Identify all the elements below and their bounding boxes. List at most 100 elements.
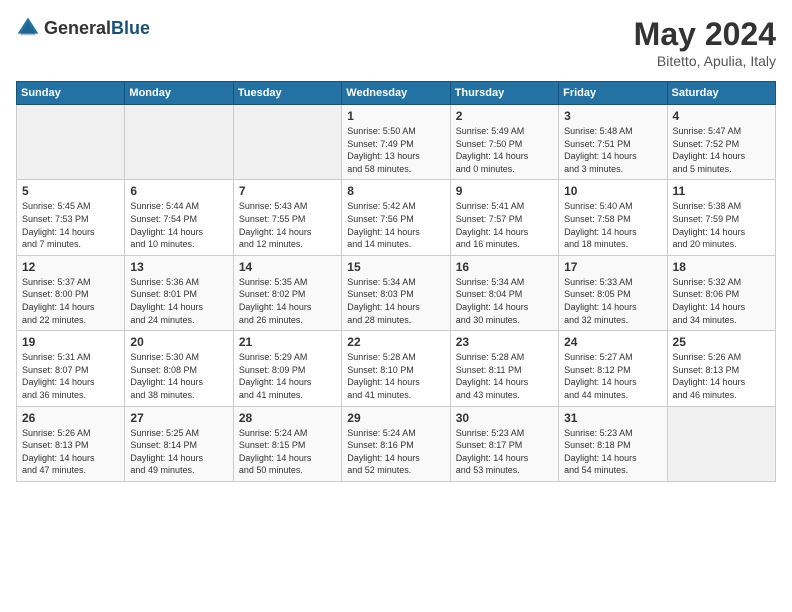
calendar-cell: 9 Sunrise: 5:41 AM Sunset: 7:57 PM Daylig… <box>450 180 558 255</box>
calendar-cell: 25 Sunrise: 5:26 AM Sunset: 8:13 PM Dayli… <box>667 331 775 406</box>
calendar-week-1: 1Sunrise: 5:50 AM Sunset: 7:49 PM Daylig… <box>17 105 776 180</box>
day-info: Sunrise: 5:47 AM Sunset: 7:52 PM Dayligh… <box>673 125 770 175</box>
day-info: Sunrise: 5:30 AM Sunset: 8:08 PM Dayligh… <box>130 351 227 401</box>
day-number: 17 <box>564 260 661 274</box>
header-cell-sunday: Sunday <box>17 82 125 105</box>
day-number: 15 <box>347 260 444 274</box>
calendar-cell: 14Sunrise: 5:35 AM Sunset: 8:02 PM Dayli… <box>233 255 341 330</box>
day-info: Sunrise: 5:32 AM Sunset: 8:06 PM Dayligh… <box>673 276 770 326</box>
day-number: 25 <box>673 335 770 349</box>
day-info: Sunrise: 5:31 AM Sunset: 8:07 PM Dayligh… <box>22 351 119 401</box>
day-info: Sunrise: 5:45 AM Sunset: 7:53 PM Dayligh… <box>22 200 119 250</box>
day-info: Sunrise: 5:24 AM Sunset: 8:16 PM Dayligh… <box>347 427 444 477</box>
day-info: Sunrise: 5:48 AM Sunset: 7:51 PM Dayligh… <box>564 125 661 175</box>
day-info: Sunrise: 5:43 AM Sunset: 7:55 PM Dayligh… <box>239 200 336 250</box>
day-number: 9 <box>456 184 553 198</box>
day-number: 18 <box>673 260 770 274</box>
day-info: Sunrise: 5:25 AM Sunset: 8:14 PM Dayligh… <box>130 427 227 477</box>
calendar-cell: 5 Sunrise: 5:45 AM Sunset: 7:53 PM Daylig… <box>17 180 125 255</box>
day-info: Sunrise: 5:34 AM Sunset: 8:04 PM Dayligh… <box>456 276 553 326</box>
day-info: Sunrise: 5:49 AM Sunset: 7:50 PM Dayligh… <box>456 125 553 175</box>
calendar-cell: 15 Sunrise: 5:34 AM Sunset: 8:03 PM Dayli… <box>342 255 450 330</box>
day-number: 19 <box>22 335 119 349</box>
header-row: SundayMondayTuesdayWednesdayThursdayFrid… <box>17 82 776 105</box>
day-number: 22 <box>347 335 444 349</box>
day-number: 2 <box>456 109 553 123</box>
day-info: Sunrise: 5:28 AM Sunset: 8:10 PM Dayligh… <box>347 351 444 401</box>
calendar-cell: 1Sunrise: 5:50 AM Sunset: 7:49 PM Daylig… <box>342 105 450 180</box>
day-number: 3 <box>564 109 661 123</box>
calendar-cell: 22 Sunrise: 5:28 AM Sunset: 8:10 PM Dayli… <box>342 331 450 406</box>
calendar-cell: 26 Sunrise: 5:26 AM Sunset: 8:13 PM Dayli… <box>17 406 125 481</box>
day-info: Sunrise: 5:33 AM Sunset: 8:05 PM Dayligh… <box>564 276 661 326</box>
calendar-cell: 13Sunrise: 5:36 AM Sunset: 8:01 PM Dayli… <box>125 255 233 330</box>
header-cell-monday: Monday <box>125 82 233 105</box>
calendar-cell: 11Sunrise: 5:38 AM Sunset: 7:59 PM Dayli… <box>667 180 775 255</box>
header-cell-friday: Friday <box>559 82 667 105</box>
header-cell-tuesday: Tuesday <box>233 82 341 105</box>
calendar-week-2: 5 Sunrise: 5:45 AM Sunset: 7:53 PM Daylig… <box>17 180 776 255</box>
day-number: 26 <box>22 411 119 425</box>
calendar-header: SundayMondayTuesdayWednesdayThursdayFrid… <box>17 82 776 105</box>
day-info: Sunrise: 5:44 AM Sunset: 7:54 PM Dayligh… <box>130 200 227 250</box>
calendar-cell: 24Sunrise: 5:27 AM Sunset: 8:12 PM Dayli… <box>559 331 667 406</box>
calendar-week-4: 19 Sunrise: 5:31 AM Sunset: 8:07 PM Dayli… <box>17 331 776 406</box>
calendar-cell: 16 Sunrise: 5:34 AM Sunset: 8:04 PM Dayli… <box>450 255 558 330</box>
logo-icon <box>16 16 40 40</box>
day-number: 31 <box>564 411 661 425</box>
day-number: 28 <box>239 411 336 425</box>
header-cell-wednesday: Wednesday <box>342 82 450 105</box>
calendar-cell <box>667 406 775 481</box>
calendar-cell: 21 Sunrise: 5:29 AM Sunset: 8:09 PM Dayli… <box>233 331 341 406</box>
page-header: GeneralBlue May 2024 Bitetto, Apulia, It… <box>16 16 776 69</box>
calendar-cell: 18 Sunrise: 5:32 AM Sunset: 8:06 PM Dayli… <box>667 255 775 330</box>
calendar-cell <box>17 105 125 180</box>
calendar-cell: 27Sunrise: 5:25 AM Sunset: 8:14 PM Dayli… <box>125 406 233 481</box>
day-number: 29 <box>347 411 444 425</box>
day-info: Sunrise: 5:50 AM Sunset: 7:49 PM Dayligh… <box>347 125 444 175</box>
calendar-cell: 6Sunrise: 5:44 AM Sunset: 7:54 PM Daylig… <box>125 180 233 255</box>
day-info: Sunrise: 5:26 AM Sunset: 8:13 PM Dayligh… <box>22 427 119 477</box>
day-info: Sunrise: 5:34 AM Sunset: 8:03 PM Dayligh… <box>347 276 444 326</box>
calendar-cell: 2 Sunrise: 5:49 AM Sunset: 7:50 PM Daylig… <box>450 105 558 180</box>
calendar-cell: 19 Sunrise: 5:31 AM Sunset: 8:07 PM Dayli… <box>17 331 125 406</box>
day-info: Sunrise: 5:23 AM Sunset: 8:17 PM Dayligh… <box>456 427 553 477</box>
day-info: Sunrise: 5:41 AM Sunset: 7:57 PM Dayligh… <box>456 200 553 250</box>
logo-text-blue: Blue <box>111 18 150 38</box>
calendar-cell: 28Sunrise: 5:24 AM Sunset: 8:15 PM Dayli… <box>233 406 341 481</box>
day-number: 16 <box>456 260 553 274</box>
day-number: 12 <box>22 260 119 274</box>
header-cell-saturday: Saturday <box>667 82 775 105</box>
day-number: 20 <box>130 335 227 349</box>
day-info: Sunrise: 5:37 AM Sunset: 8:00 PM Dayligh… <box>22 276 119 326</box>
day-number: 21 <box>239 335 336 349</box>
day-number: 8 <box>347 184 444 198</box>
day-number: 13 <box>130 260 227 274</box>
day-info: Sunrise: 5:29 AM Sunset: 8:09 PM Dayligh… <box>239 351 336 401</box>
calendar-cell: 7 Sunrise: 5:43 AM Sunset: 7:55 PM Daylig… <box>233 180 341 255</box>
day-number: 5 <box>22 184 119 198</box>
calendar-location: Bitetto, Apulia, Italy <box>634 53 776 69</box>
day-info: Sunrise: 5:38 AM Sunset: 7:59 PM Dayligh… <box>673 200 770 250</box>
day-number: 7 <box>239 184 336 198</box>
logo-text-general: General <box>44 18 111 38</box>
day-number: 4 <box>673 109 770 123</box>
title-block: May 2024 Bitetto, Apulia, Italy <box>634 16 776 69</box>
day-number: 10 <box>564 184 661 198</box>
day-info: Sunrise: 5:35 AM Sunset: 8:02 PM Dayligh… <box>239 276 336 326</box>
day-info: Sunrise: 5:26 AM Sunset: 8:13 PM Dayligh… <box>673 351 770 401</box>
day-number: 30 <box>456 411 553 425</box>
calendar-cell: 29 Sunrise: 5:24 AM Sunset: 8:16 PM Dayli… <box>342 406 450 481</box>
calendar-cell: 3 Sunrise: 5:48 AM Sunset: 7:51 PM Daylig… <box>559 105 667 180</box>
logo: GeneralBlue <box>16 16 150 40</box>
calendar-cell: 4 Sunrise: 5:47 AM Sunset: 7:52 PM Daylig… <box>667 105 775 180</box>
day-info: Sunrise: 5:40 AM Sunset: 7:58 PM Dayligh… <box>564 200 661 250</box>
day-number: 23 <box>456 335 553 349</box>
day-info: Sunrise: 5:28 AM Sunset: 8:11 PM Dayligh… <box>456 351 553 401</box>
calendar-cell: 8Sunrise: 5:42 AM Sunset: 7:56 PM Daylig… <box>342 180 450 255</box>
calendar-cell <box>233 105 341 180</box>
day-number: 24 <box>564 335 661 349</box>
calendar-cell: 10 Sunrise: 5:40 AM Sunset: 7:58 PM Dayli… <box>559 180 667 255</box>
calendar-cell: 31Sunrise: 5:23 AM Sunset: 8:18 PM Dayli… <box>559 406 667 481</box>
calendar-title: May 2024 <box>634 16 776 53</box>
